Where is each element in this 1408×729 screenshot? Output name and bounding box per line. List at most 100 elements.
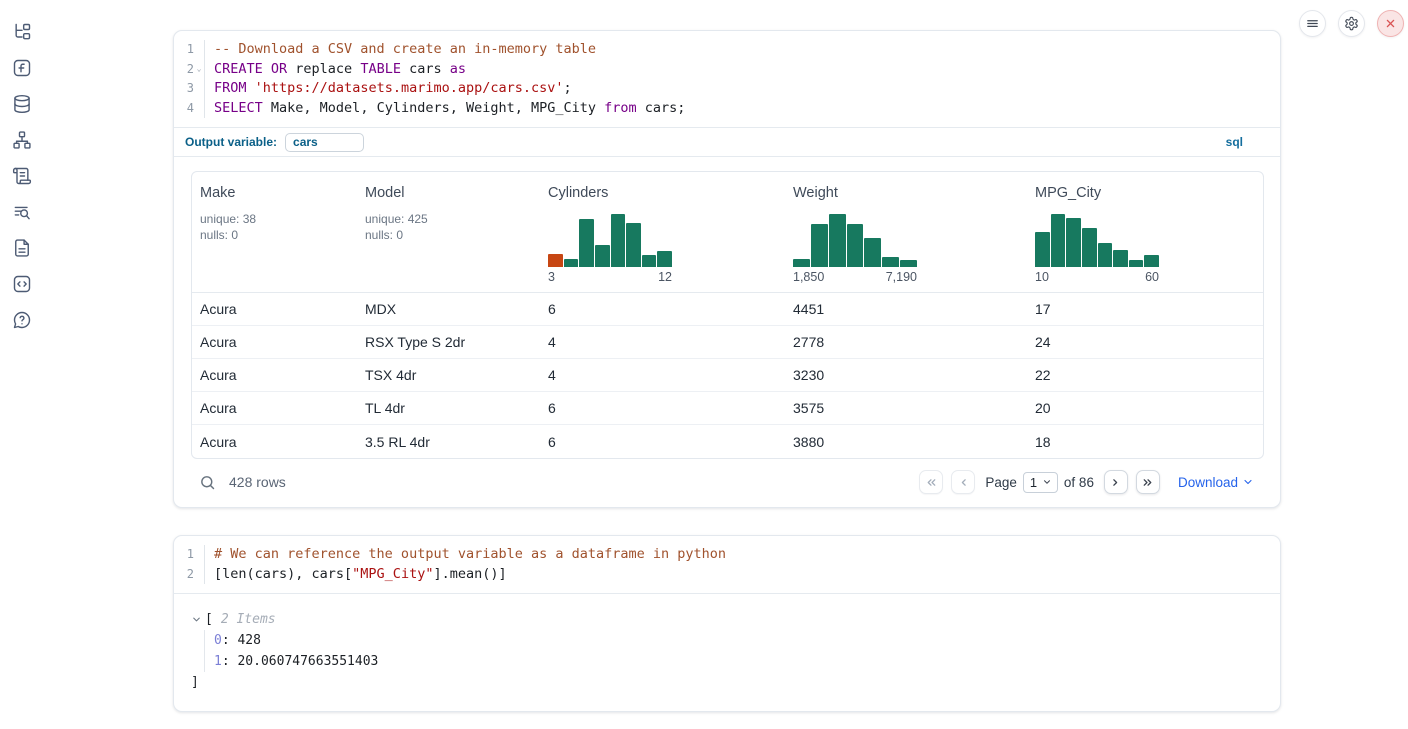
open-bracket: [ xyxy=(205,609,213,630)
sidebar-item-scratchpad[interactable] xyxy=(12,166,32,186)
table-row[interactable]: AcuraMDX6445117 xyxy=(192,293,1263,326)
code-token: ; xyxy=(564,80,572,96)
fold-icon[interactable]: ⌄ xyxy=(194,65,204,73)
column-header-model[interactable]: Model unique: 425 nulls: 0 xyxy=(357,172,540,292)
dependency-graph-icon xyxy=(12,130,32,150)
column-header-weight[interactable]: Weight 1,850 7,190 xyxy=(785,172,1027,292)
first-page-button[interactable] xyxy=(919,470,943,494)
code-square-icon xyxy=(12,274,32,294)
table-cell: 6 xyxy=(540,301,785,317)
table-cell: 6 xyxy=(540,400,785,416)
sidebar-item-functions[interactable] xyxy=(12,58,32,78)
output-variable-input[interactable] xyxy=(285,133,364,152)
code-token: Make, Model, Cylinders, Weight, MPG_City xyxy=(263,100,604,116)
entry-index: 1 xyxy=(214,654,222,669)
code-text: SELECT Make, Model, Cylinders, Weight, M… xyxy=(205,99,685,119)
shutdown-button[interactable] xyxy=(1377,10,1404,37)
code-token: # We can reference the output variable a… xyxy=(214,546,726,562)
histogram-bar xyxy=(882,257,899,267)
tree-entry: 0: 428 xyxy=(214,630,1264,651)
histogram-bar xyxy=(657,251,672,267)
table-row[interactable]: AcuraTL 4dr6357520 xyxy=(192,392,1263,425)
code-line: 4SELECT Make, Model, Cylinders, Weight, … xyxy=(174,99,1280,119)
line-number: 2 xyxy=(174,565,205,585)
sidebar-item-snippets[interactable] xyxy=(12,274,32,294)
sidebar-item-documentation[interactable] xyxy=(12,238,32,258)
menu-button[interactable] xyxy=(1299,10,1326,37)
histogram-bar xyxy=(1144,255,1159,267)
entry-index: 0 xyxy=(214,633,222,648)
download-button[interactable]: Download xyxy=(1178,475,1254,490)
last-page-button[interactable] xyxy=(1136,470,1160,494)
hist-min-label: 10 xyxy=(1035,270,1049,284)
table-cell: 22 xyxy=(1027,367,1263,383)
table-row[interactable]: AcuraRSX Type S 2dr4277824 xyxy=(192,326,1263,359)
column-stat-unique: unique: 38 xyxy=(200,211,349,227)
python-cell: 1 # We can reference the output variable … xyxy=(173,535,1281,712)
table-cell: 18 xyxy=(1027,434,1263,450)
code-line: 1-- Download a CSV and create an in-memo… xyxy=(174,40,1280,60)
code-token: TABLE xyxy=(360,61,401,77)
histogram-bar xyxy=(900,260,917,267)
table-row[interactable]: AcuraTSX 4dr4323022 xyxy=(192,359,1263,392)
table-cell: Acura xyxy=(192,400,357,416)
column-header-mpg-city[interactable]: MPG_City 10 60 xyxy=(1027,172,1263,292)
table-cell: 3575 xyxy=(785,400,1027,416)
table-cell: 4 xyxy=(540,367,785,383)
code-token: [len(cars), cars[ xyxy=(214,566,352,582)
line-number: 1 xyxy=(174,40,205,60)
cylinders-histogram[interactable] xyxy=(548,211,672,267)
column-header-cylinders[interactable]: Cylinders 3 12 xyxy=(540,172,785,292)
histogram-bar xyxy=(1066,218,1081,267)
histogram-bar xyxy=(1098,243,1113,267)
chevron-left-icon xyxy=(957,476,970,489)
next-page-button[interactable] xyxy=(1104,470,1128,494)
line-number: 3 xyxy=(174,79,205,99)
sidebar-item-datasources[interactable] xyxy=(12,94,32,114)
settings-button[interactable] xyxy=(1338,10,1365,37)
histogram-bar xyxy=(626,223,641,267)
search-icon[interactable] xyxy=(199,474,216,491)
collapse-icon[interactable] xyxy=(191,614,202,625)
page-select[interactable]: 1 xyxy=(1023,472,1058,493)
table-row[interactable]: Acura3.5 RL 4dr6388018 xyxy=(192,425,1263,458)
table-cell: Acura xyxy=(192,334,357,350)
hist-min-label: 1,850 xyxy=(793,270,824,284)
column-header-make[interactable]: Make unique: 38 nulls: 0 xyxy=(192,172,357,292)
table-cell: 6 xyxy=(540,434,785,450)
code-line: 2⌄CREATE OR replace TABLE cars as xyxy=(174,60,1280,80)
histogram-bar xyxy=(811,224,828,267)
code-token: cars; xyxy=(637,100,686,116)
chevron-down-icon xyxy=(1042,477,1052,487)
code-line: 1# We can reference the output variable … xyxy=(174,545,1280,565)
table-cell: 20 xyxy=(1027,400,1263,416)
sql-editor[interactable]: 1-- Download a CSV and create an in-memo… xyxy=(174,31,1280,127)
entry-separator: : xyxy=(222,654,238,669)
histogram-bar xyxy=(847,224,864,267)
python-editor[interactable]: 1# We can reference the output variable … xyxy=(174,536,1280,593)
sidebar-item-dependencies[interactable] xyxy=(12,130,32,150)
sidebar-item-help[interactable] xyxy=(12,310,32,330)
sidebar-item-file-explorer[interactable] xyxy=(12,22,32,42)
close-icon xyxy=(1383,16,1398,31)
previous-page-button[interactable] xyxy=(951,470,975,494)
code-token: FROM xyxy=(214,80,247,96)
histogram-bar xyxy=(611,214,626,267)
weight-histogram[interactable] xyxy=(793,211,917,267)
code-token: from xyxy=(604,100,637,116)
mpg-city-histogram[interactable] xyxy=(1035,211,1159,267)
code-line: 3FROM 'https://datasets.marimo.app/cars.… xyxy=(174,79,1280,99)
histogram-bar xyxy=(1035,232,1050,267)
sql-cell: 1-- Download a CSV and create an in-memo… xyxy=(173,30,1281,508)
code-text: -- Download a CSV and create an in-memor… xyxy=(205,40,596,60)
sql-cell-output: Make unique: 38 nulls: 0 Model unique: 4… xyxy=(174,156,1280,507)
function-square-icon xyxy=(12,58,32,78)
column-stat-nulls: nulls: 0 xyxy=(365,227,532,243)
download-label: Download xyxy=(1178,475,1238,490)
sidebar-item-logs[interactable] xyxy=(12,202,32,222)
chevron-down-icon xyxy=(1242,476,1254,488)
histogram-bar xyxy=(595,245,610,267)
table-cell: TSX 4dr xyxy=(357,367,540,383)
histogram-bar xyxy=(1082,228,1097,267)
notebook: 1-- Download a CSV and create an in-memo… xyxy=(173,30,1281,712)
